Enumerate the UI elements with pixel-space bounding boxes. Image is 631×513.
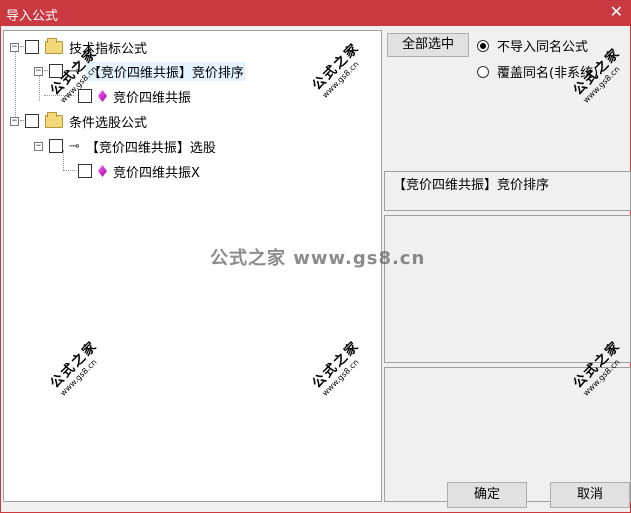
tree-node-leaf-1[interactable]: 竞价四维共振 xyxy=(78,86,191,106)
tree-node-label: 技术指标公式 xyxy=(69,41,148,57)
radio-overwrite[interactable]: 覆盖同名(非系统) xyxy=(477,62,598,81)
expander-icon[interactable]: − xyxy=(34,141,43,151)
folder-icon xyxy=(45,111,63,128)
formula-tree[interactable]: − 技术指标公式 − ⊸ 【竞价四维共振】竞价排序 竞价四维共振 − 条件选股公… xyxy=(3,30,382,502)
tree-node-technical-indicators[interactable]: − 技术指标公式 xyxy=(10,37,147,57)
tree-node-label: 竞价四维共振 xyxy=(113,90,192,106)
tree-node-selection-formula[interactable]: − ⊸ 【竞价四维共振】选股 xyxy=(34,136,216,156)
folder-icon xyxy=(45,37,63,54)
window-title: 导入公式 xyxy=(6,9,59,24)
checkbox[interactable] xyxy=(78,89,92,103)
title-bar: 导入公式 ✕ xyxy=(0,0,631,26)
tree-node-label: 竞价四维共振X xyxy=(113,165,200,181)
checkbox[interactable] xyxy=(49,64,63,78)
radio-button[interactable] xyxy=(477,39,489,52)
gem-icon xyxy=(98,90,107,102)
tree-node-label: 条件选股公式 xyxy=(69,115,148,131)
tree-node-leaf-2[interactable]: 竞价四维共振X xyxy=(78,161,200,181)
expander-icon[interactable]: − xyxy=(34,66,43,76)
key-icon: ⊸ xyxy=(69,138,80,154)
radio-button[interactable] xyxy=(477,65,489,78)
cancel-button[interactable]: 取消 xyxy=(550,482,630,508)
expander-icon[interactable]: − xyxy=(10,116,19,126)
radio-label: 覆盖同名(非系统) xyxy=(497,66,599,81)
radio-no-import[interactable]: 不导入同名公式 xyxy=(477,36,588,55)
radio-label: 不导入同名公式 xyxy=(497,40,589,55)
key-icon: ⊸ xyxy=(69,63,80,79)
tree-node-stock-selection[interactable]: − 条件选股公式 xyxy=(10,111,147,131)
checkbox[interactable] xyxy=(25,114,39,128)
selected-formula-panel: 【竞价四维共振】竞价排序 xyxy=(384,171,631,211)
tree-node-label: 【竞价四维共振】选股 xyxy=(85,140,216,156)
select-all-button[interactable]: 全部选中 xyxy=(387,33,469,57)
gem-icon xyxy=(98,165,107,177)
dialog-body: − 技术指标公式 − ⊸ 【竞价四维共振】竞价排序 竞价四维共振 − 条件选股公… xyxy=(0,26,631,513)
checkbox[interactable] xyxy=(25,40,39,54)
close-icon[interactable]: ✕ xyxy=(610,3,623,21)
tree-node-auction-ranking[interactable]: − ⊸ 【竞价四维共振】竞价排序 xyxy=(34,61,246,81)
tree-node-label: 【竞价四维共振】竞价排序 xyxy=(85,61,246,81)
ok-button[interactable]: 确定 xyxy=(447,482,527,508)
selected-formula-name: 【竞价四维共振】竞价排序 xyxy=(393,178,550,193)
checkbox[interactable] xyxy=(78,164,92,178)
formula-description-panel xyxy=(384,215,631,363)
expander-icon[interactable]: − xyxy=(10,42,19,52)
checkbox[interactable] xyxy=(49,139,63,153)
